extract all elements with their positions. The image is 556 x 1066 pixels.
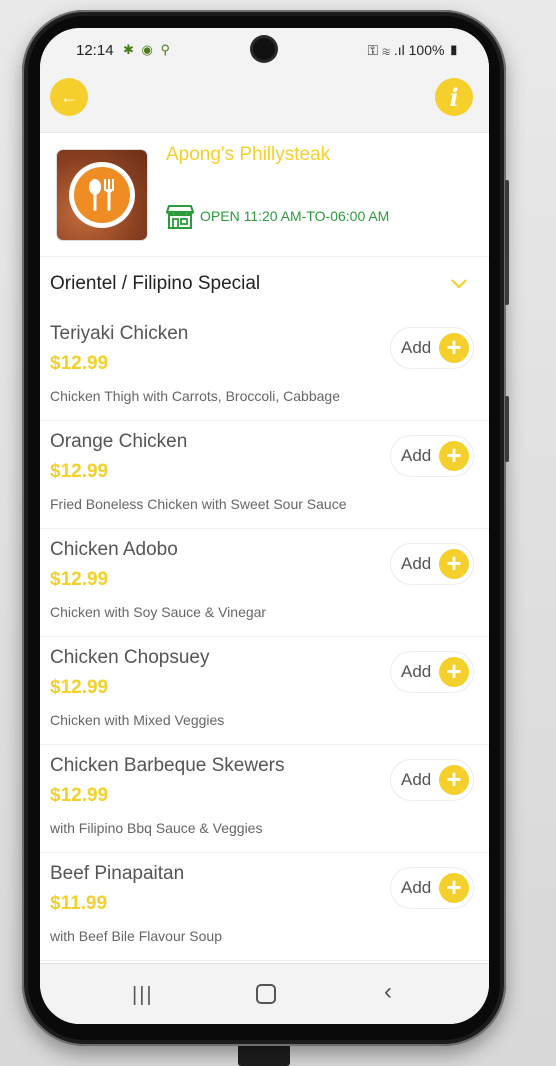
add-button[interactable]: Add + <box>391 328 473 368</box>
add-button[interactable]: Add + <box>391 760 473 800</box>
add-label: Add <box>401 446 432 465</box>
menu-item: Beef Pinapaitan $11.99 with Beef Bile Fl… <box>40 853 489 961</box>
restaurant-logo <box>57 150 147 240</box>
chevron-down-icon <box>451 279 467 289</box>
item-name: Orange Chicken <box>50 431 188 452</box>
item-name: Chicken Adobo <box>50 539 178 560</box>
add-button[interactable]: Add + <box>391 652 473 692</box>
item-price: $12.99 <box>50 785 109 806</box>
item-description: with Beef Bile Flavour Soup <box>50 928 222 944</box>
item-price: $12.99 <box>50 677 109 698</box>
item-description: Chicken with Mixed Veggies <box>50 712 225 728</box>
plus-icon: + <box>439 873 469 903</box>
menu-item: Chicken Barbeque Skewers $12.99 with Fil… <box>40 745 489 853</box>
info-icon: i <box>449 82 459 112</box>
item-price: $12.99 <box>50 569 109 590</box>
status-time: 12:14 <box>76 42 114 59</box>
wifi-icon: ≋ <box>382 42 390 58</box>
key-icon: ⚿ <box>367 42 379 58</box>
system-nav-bar: ||| ‹ <box>40 963 489 1024</box>
item-description: Chicken with Soy Sauce & Vinegar <box>50 604 267 620</box>
menu-item: Chicken Chopsuey $12.99 Chicken with Mix… <box>40 637 489 745</box>
add-label: Add <box>401 554 432 573</box>
add-label: Add <box>401 770 432 789</box>
spoon-fork-icon <box>89 179 114 211</box>
item-name: Chicken Chopsuey <box>50 647 210 668</box>
item-price: $12.99 <box>50 353 109 374</box>
add-button[interactable]: Add + <box>391 868 473 908</box>
battery-level: 100% <box>408 42 445 58</box>
menu-item: Chicken Adobo $12.99 Chicken with Soy Sa… <box>40 529 489 637</box>
item-name: Teriyaki Chicken <box>50 323 189 344</box>
add-label: Add <box>401 662 432 681</box>
item-price: $11.99 <box>50 893 108 914</box>
menu-list: Teriyaki Chicken $12.99 Chicken Thigh wi… <box>40 313 489 961</box>
category-header[interactable]: Orientel / Filipino Special <box>40 257 489 313</box>
opening-hours: OPEN 11:20 AM-TO-06:00 AM <box>166 202 389 230</box>
app-screen: 12:14 ✱ ◉ ⚲ ⚿ ≋ .ıl 100% ▮ ← i Apong's P… <box>40 28 489 1024</box>
back-button[interactable]: ← <box>50 78 88 116</box>
menu-item: Teriyaki Chicken $12.99 Chicken Thigh wi… <box>40 313 489 421</box>
plus-icon: + <box>439 441 469 471</box>
arrow-left-icon: ← <box>60 86 78 107</box>
app-bar: ← i <box>40 72 489 133</box>
signal-icon: .ıl <box>393 42 405 58</box>
notification-icons: ✱ ◉ ⚲ <box>123 42 172 57</box>
status-right: ⚿ ≋ .ıl 100% ▮ <box>368 42 459 59</box>
menu-item: Orange Chicken $12.99 Fried Boneless Chi… <box>40 421 489 529</box>
plus-icon: + <box>439 657 469 687</box>
recent-apps-button[interactable]: ||| <box>132 984 154 1007</box>
item-description: Chicken Thigh with Carrots, Broccoli, Ca… <box>50 388 340 404</box>
plus-icon: + <box>439 549 469 579</box>
add-label: Add <box>401 878 432 897</box>
add-button[interactable]: Add + <box>391 436 473 476</box>
add-button[interactable]: Add + <box>391 544 473 584</box>
item-description: with Filipino Bbq Sauce & Veggies <box>50 820 263 836</box>
plus-icon: + <box>439 765 469 795</box>
item-name: Beef Pinapaitan <box>50 863 185 884</box>
power-button <box>505 396 509 462</box>
plus-icon: + <box>439 333 469 363</box>
item-name: Chicken Barbeque Skewers <box>50 755 285 776</box>
volume-button <box>505 180 509 305</box>
store-icon <box>166 205 194 229</box>
add-label: Add <box>401 338 432 357</box>
front-camera <box>253 38 275 60</box>
restaurant-name: Apong's Phillysteak <box>166 144 331 165</box>
restaurant-header: Apong's Phillysteak OPEN 11:20 AM-TO-06:… <box>40 132 489 257</box>
battery-icon: ▮ <box>448 42 459 58</box>
home-button[interactable] <box>256 984 276 1004</box>
item-price: $12.99 <box>50 461 109 482</box>
info-button[interactable]: i <box>435 78 473 116</box>
status-bar: 12:14 ✱ ◉ ⚲ ⚿ ≋ .ıl 100% ▮ <box>40 28 489 72</box>
item-description: Fried Boneless Chicken with Sweet Sour S… <box>50 496 347 512</box>
category-title: Orientel / Filipino Special <box>50 273 261 294</box>
system-back-button[interactable]: ‹ <box>384 978 392 1006</box>
open-status-text: OPEN 11:20 AM-TO-06:00 AM <box>200 208 390 224</box>
